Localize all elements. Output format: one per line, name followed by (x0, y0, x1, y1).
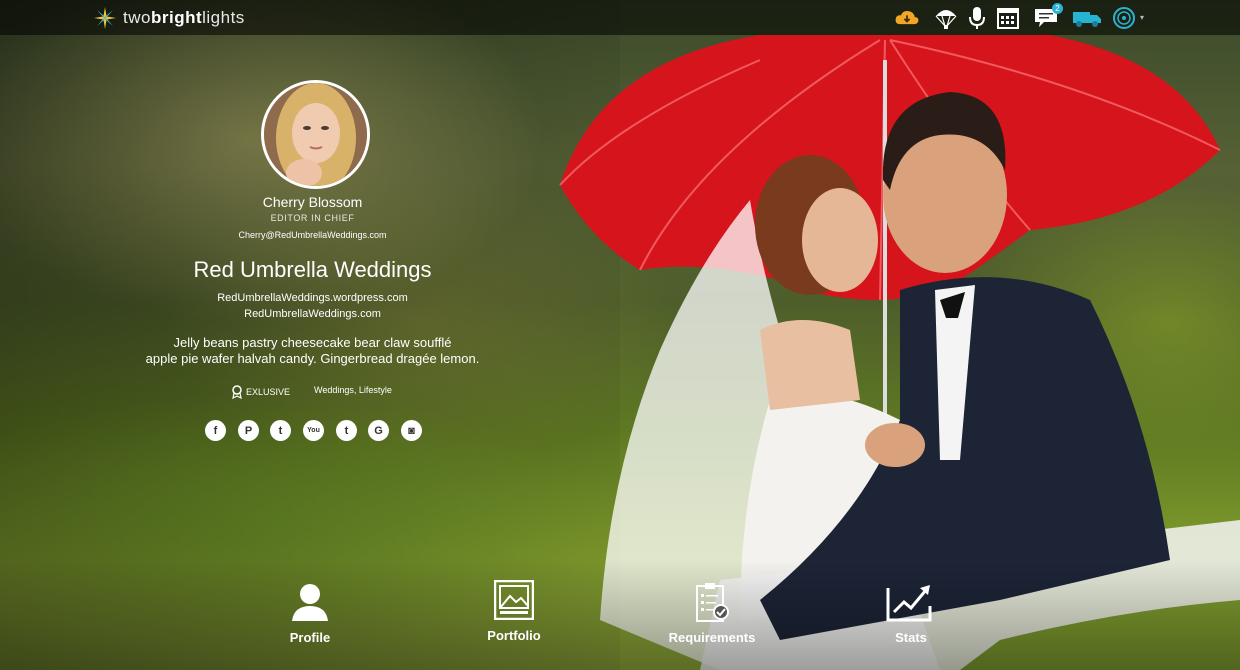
profile-name: Cherry Blossom (262, 194, 363, 210)
nav-portfolio-label: Portfolio (487, 628, 541, 643)
star-burst-icon (94, 7, 116, 29)
exclusive-tag: EXLUSIVE (232, 385, 290, 399)
truck-icon[interactable] (1072, 5, 1102, 31)
microphone-icon[interactable] (964, 5, 990, 31)
chat-icon[interactable]: 2 (1033, 3, 1063, 31)
portfolio-icon (494, 580, 534, 620)
award-icon (232, 385, 242, 399)
instagram-icon[interactable]: ◙ (401, 420, 422, 441)
nav-requirements-label: Requirements (668, 630, 756, 645)
cloud-download-icon[interactable] (894, 5, 920, 31)
site-link-main[interactable]: RedUmbrellaWeddings.com (120, 308, 505, 320)
brand-logo[interactable]: twobrightlights (93, 6, 245, 30)
category-tags: Weddings, Lifestyle (314, 385, 392, 395)
nav-profile[interactable]: Profile (250, 582, 370, 645)
facebook-icon[interactable]: f (205, 420, 226, 441)
nav-portfolio[interactable]: Portfolio (454, 580, 574, 643)
bottom-navigation (0, 560, 1240, 670)
blog-title: Red Umbrella Weddings (193, 257, 432, 282)
messages-badge: 2 (1052, 3, 1063, 14)
calendar-icon[interactable] (995, 5, 1021, 31)
avatar-dropdown-icon[interactable] (1111, 5, 1137, 31)
parachute-icon[interactable] (933, 5, 959, 31)
site-link-wordpress[interactable]: RedUmbrellaWeddings.wordpress.com (120, 292, 505, 304)
stats-chart-icon (886, 585, 932, 622)
avatar[interactable] (261, 80, 370, 189)
requirements-clipboard-icon (696, 583, 729, 622)
pinterest-icon[interactable]: P (238, 420, 259, 441)
tumblr-icon[interactable]: t (336, 420, 357, 441)
youtube-icon[interactable]: You (303, 420, 324, 441)
nav-stats[interactable]: Stats (851, 582, 971, 645)
logo-text: twobrightlights (123, 8, 245, 27)
top-navigation-bar: twobrightlights 2 ▾ (0, 0, 1240, 35)
google-plus-icon[interactable]: G (368, 420, 389, 441)
twitter-icon[interactable]: t (270, 420, 291, 441)
nav-profile-label: Profile (289, 630, 331, 645)
chevron-down-icon[interactable]: ▾ (1140, 13, 1144, 22)
profile-icon (292, 584, 328, 621)
profile-email-link[interactable]: Cherry@RedUmbrellaWeddings.com (120, 230, 505, 240)
blog-description: Jelly beans pastry cheesecake bear claw … (145, 335, 480, 366)
nav-stats-label: Stats (895, 630, 927, 645)
nav-requirements[interactable]: Requirements (652, 582, 772, 645)
profile-role: EDITOR IN CHIEF (270, 213, 355, 223)
